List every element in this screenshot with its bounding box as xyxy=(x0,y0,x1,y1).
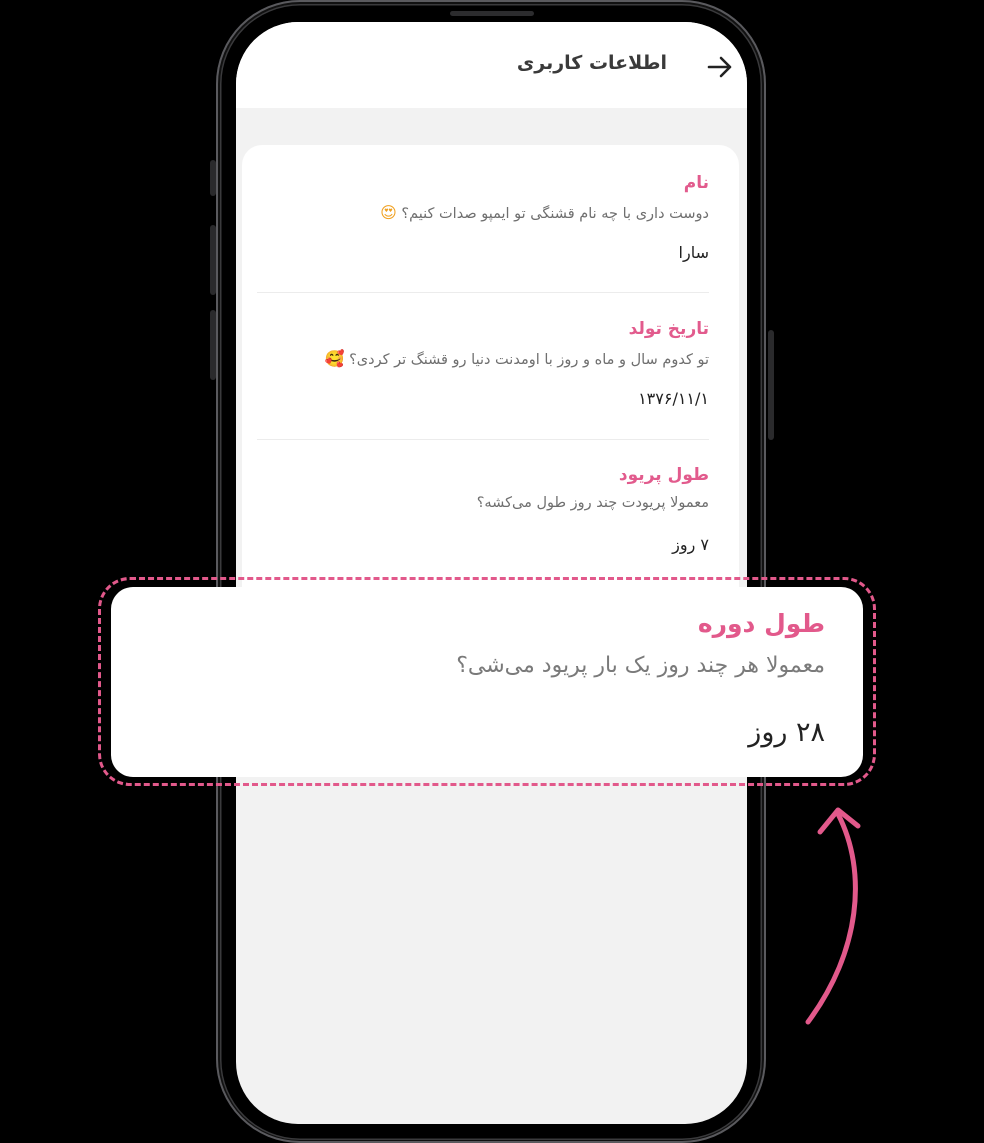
curved-arrow-icon xyxy=(805,807,861,1025)
field-label: نام xyxy=(683,173,709,193)
field-period-length[interactable]: طول پریود معمولا پریودت چند روز طول می‌ک… xyxy=(249,465,709,557)
field-value: ۱۳۷۶/۱۱/۱ xyxy=(638,389,709,408)
speaker-grille xyxy=(450,11,534,16)
stage: اطلاعات کاربری نام دوست داری با چه نام ق… xyxy=(0,0,984,1143)
field-question: تو کدوم سال و ماه و روز با اومدنت دنیا ر… xyxy=(249,349,709,371)
divider xyxy=(257,292,709,293)
divider xyxy=(257,439,709,440)
field-label: طول دوره xyxy=(697,609,825,638)
heart-eyes-emoji-icon: 😍 xyxy=(380,203,397,222)
field-value: ۲۸ روز xyxy=(748,717,825,748)
page-title: اطلاعات کاربری xyxy=(516,52,667,74)
field-cycle-length-highlight[interactable]: طول دوره معمولا هر چند روز یک بار پریود … xyxy=(111,587,863,777)
field-question: معمولا هر چند روز یک بار پریود می‌شی؟ xyxy=(456,653,825,678)
field-label: طول پریود xyxy=(618,465,709,485)
field-birth-date[interactable]: تاریخ تولد تو کدوم سال و ماه و روز با او… xyxy=(249,319,709,411)
field-value: سارا xyxy=(678,243,709,262)
field-label: تاریخ تولد xyxy=(628,319,709,339)
field-value: ۷ روز xyxy=(672,535,709,554)
field-question: معمولا پریودت چند روز طول می‌کشه؟ xyxy=(476,495,709,511)
question-text: تو کدوم سال و ماه و روز با اومدنت دنیا ر… xyxy=(349,352,709,368)
power-button xyxy=(768,330,774,440)
smiling-hearts-emoji-icon: 🥰 xyxy=(324,349,345,368)
field-name[interactable]: نام دوست داری با چه نام قشنگی تو ایمپو ص… xyxy=(249,173,709,265)
user-info-card: نام دوست داری با چه نام قشنگی تو ایمپو ص… xyxy=(242,145,739,615)
field-question: دوست داری با چه نام قشنگی تو ایمپو صدات … xyxy=(249,203,709,225)
arrow-right-icon[interactable] xyxy=(705,52,735,82)
question-text: دوست داری با چه نام قشنگی تو ایمپو صدات … xyxy=(401,206,709,222)
phone-screen: اطلاعات کاربری نام دوست داری با چه نام ق… xyxy=(236,22,747,1124)
app-header: اطلاعات کاربری xyxy=(236,22,747,108)
